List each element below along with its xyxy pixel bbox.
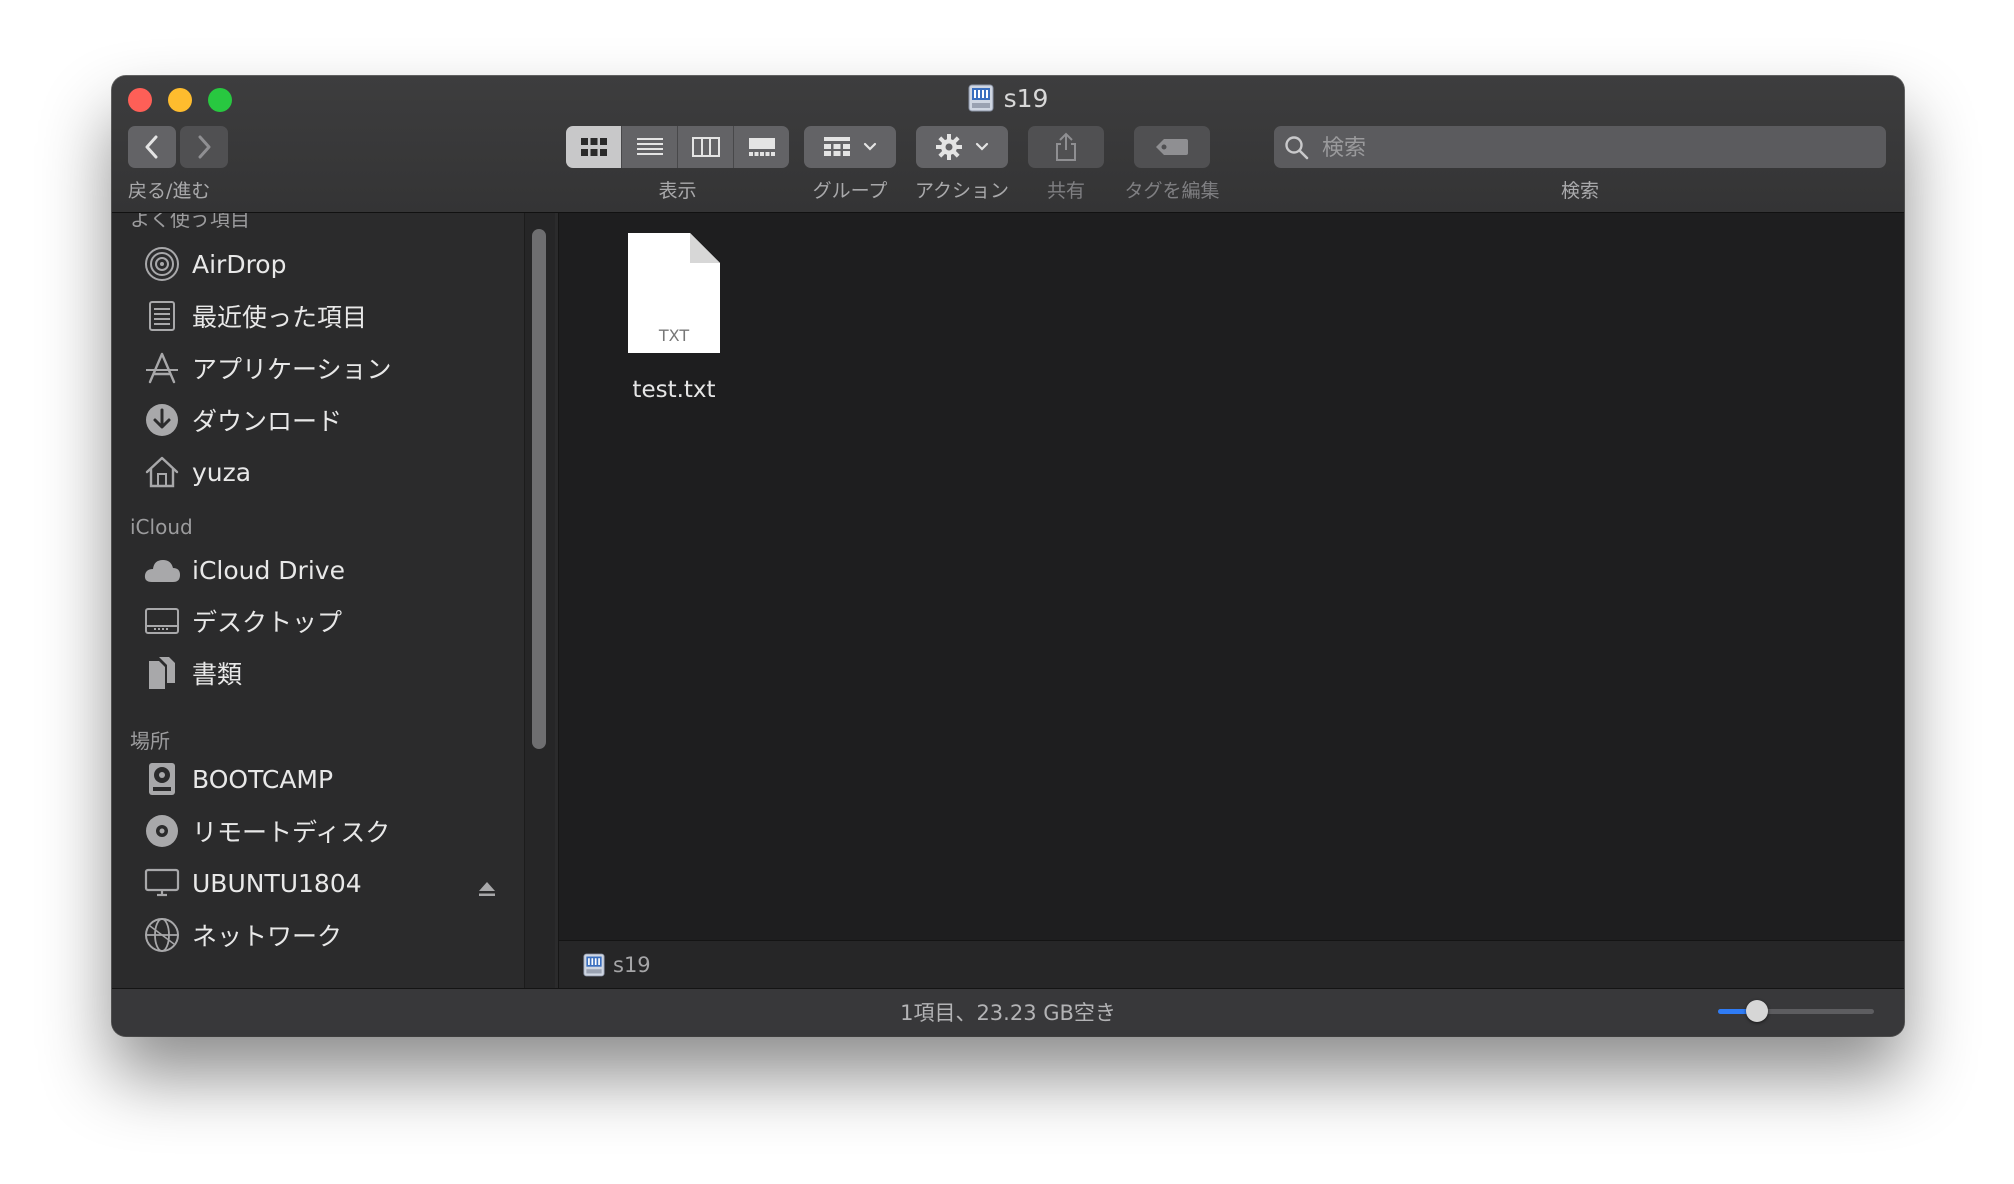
sidebar-header-locations: 場所	[130, 729, 170, 753]
volume-icon	[583, 953, 605, 977]
applications-icon	[142, 348, 182, 388]
disc-icon	[142, 811, 182, 851]
cloud-icon	[142, 550, 182, 590]
file-type-badge: TXT	[658, 326, 689, 345]
sidebar-item-airdrop[interactable]: AirDrop	[142, 241, 512, 287]
sidebar-item-ubuntu1804[interactable]: UBUNTU1804	[142, 860, 512, 906]
chevron-down-icon	[863, 142, 877, 151]
sidebar-item-label: iCloud Drive	[192, 555, 345, 585]
window-title: s19	[112, 82, 1904, 116]
sidebar-item-bootcamp[interactable]: BOOTCAMP	[142, 756, 512, 802]
columns-icon	[691, 137, 720, 157]
file-browser: TXT test.txt	[559, 213, 1904, 940]
sidebar-item-remote-disc[interactable]: リモートディスク	[142, 808, 512, 854]
sidebar-scrollbar[interactable]	[532, 229, 546, 749]
group-button[interactable]	[804, 126, 896, 168]
group-label: グループ	[812, 180, 888, 202]
column-view-button[interactable]	[678, 126, 734, 168]
back-button[interactable]	[128, 126, 176, 168]
slider-knob[interactable]	[1746, 1000, 1768, 1022]
path-bar: s19	[559, 940, 1904, 989]
list-view-button[interactable]	[622, 126, 678, 168]
edit-tags-label: タグを編集	[1124, 180, 1220, 202]
sidebar-item-desktop[interactable]: デスクトップ	[142, 598, 512, 644]
sidebar-item-label: 書類	[192, 660, 243, 689]
desktop-icon	[142, 601, 182, 641]
tag-icon	[1156, 139, 1188, 155]
sidebar-item-network[interactable]: ネットワーク	[142, 912, 512, 958]
grid-icon	[824, 137, 850, 156]
recents-icon	[142, 296, 182, 336]
sidebar-item-label: リモートディスク	[192, 818, 391, 847]
sidebar-item-label: ネットワーク	[192, 922, 343, 951]
share-label: 共有	[1046, 180, 1085, 202]
finder-window: s19 戻る/進む 表示 グループ アクション 共有 タグを編集 検索 検索 よ…	[112, 76, 1904, 1036]
icon-view-button[interactable]	[566, 126, 622, 168]
sidebar-header-favorites: よく使う項目	[130, 213, 250, 231]
volume-icon	[968, 84, 994, 121]
sidebar-item-label: 最近使った項目	[192, 303, 368, 332]
sidebar-item-label: yuza	[192, 457, 252, 487]
documents-icon	[142, 653, 182, 693]
search-field[interactable]	[1274, 126, 1886, 170]
sidebar: よく使う項目 AirDrop 最近使った項目 アプリケーション ダウンロード y…	[112, 213, 559, 989]
sidebar-item-documents[interactable]: 書類	[142, 650, 512, 696]
eject-icon[interactable]	[478, 874, 496, 903]
status-bar: 1項目、23.23 GB空き	[112, 988, 1904, 1036]
toolbar: s19 戻る/進む 表示 グループ アクション 共有 タグを編集 検索 検索	[112, 76, 1904, 213]
home-icon	[142, 452, 182, 492]
chevron-left-icon	[145, 135, 158, 159]
sidebar-header-icloud: iCloud	[130, 515, 193, 539]
search-icon	[1285, 136, 1309, 160]
path-segment[interactable]: s19	[613, 953, 651, 977]
sidebar-item-label: アプリケーション	[192, 355, 392, 384]
gallery-view-button[interactable]	[734, 126, 789, 168]
forward-button[interactable]	[180, 126, 228, 168]
sidebar-item-label: BOOTCAMP	[192, 764, 334, 794]
sidebar-item-home[interactable]: yuza	[142, 449, 512, 495]
share-icon	[1056, 132, 1076, 161]
sidebar-item-recents[interactable]: 最近使った項目	[142, 293, 512, 339]
display-icon	[142, 863, 182, 903]
sidebar-item-downloads[interactable]: ダウンロード	[142, 397, 512, 443]
sidebar-item-icloud-drive[interactable]: iCloud Drive	[142, 547, 512, 593]
network-icon	[142, 915, 182, 955]
gear-icon	[936, 134, 962, 160]
sidebar-item-applications[interactable]: アプリケーション	[142, 345, 512, 391]
downloads-icon	[142, 400, 182, 440]
drive-icon	[142, 759, 182, 799]
back-forward-label: 戻る/進む	[128, 180, 211, 202]
sidebar-item-label: UBUNTU1804	[192, 868, 362, 898]
search-label: 検索	[1560, 180, 1599, 202]
share-button[interactable]	[1028, 126, 1104, 168]
window-title-text: s19	[1003, 84, 1049, 113]
list-icon	[636, 138, 663, 155]
status-text: 1項目、23.23 GB空き	[900, 1001, 1116, 1025]
action-label: アクション	[914, 180, 1010, 202]
grid-icon	[580, 138, 607, 156]
sidebar-item-label: ダウンロード	[192, 407, 343, 436]
search-input[interactable]	[1320, 126, 1864, 170]
file-name: test.txt	[632, 377, 716, 403]
chevron-right-icon	[198, 135, 211, 159]
gallery-icon	[748, 138, 775, 156]
sidebar-item-label: AirDrop	[192, 249, 287, 279]
action-button[interactable]	[916, 126, 1008, 168]
edit-tags-button[interactable]	[1134, 126, 1210, 168]
view-switcher	[566, 126, 789, 168]
text-file-icon: TXT	[628, 233, 720, 353]
sidebar-item-label: デスクトップ	[192, 608, 343, 637]
airdrop-icon	[142, 244, 182, 284]
view-label: 表示	[658, 180, 697, 202]
icon-size-slider[interactable]	[1718, 1000, 1874, 1022]
file-item[interactable]: TXT test.txt	[609, 233, 739, 403]
chevron-down-icon	[975, 142, 989, 151]
